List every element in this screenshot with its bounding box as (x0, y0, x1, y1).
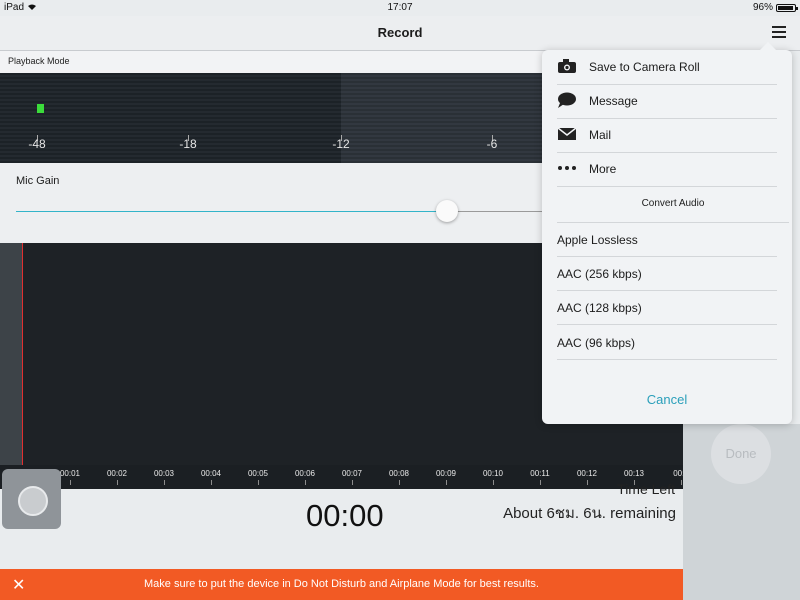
timeline-label: 00:13 (623, 469, 645, 478)
share-save-camera-roll[interactable]: Save to Camera Roll (557, 50, 777, 85)
timeline-label: 00:07 (341, 469, 363, 478)
level-indicator (37, 104, 44, 113)
timeline-label: 00:11 (530, 469, 550, 478)
camera-icon (557, 58, 577, 74)
timeline-label: 00:06 (294, 469, 316, 478)
share-mail[interactable]: Mail (557, 118, 777, 153)
status-right: 96% (752, 0, 798, 16)
convert-aac-128[interactable]: AAC (128 kbps) (557, 290, 777, 325)
remaining-time: About 6ชม. 6น. remaining (503, 505, 676, 522)
share-item-label: Message (589, 94, 638, 108)
timeline-tick (587, 480, 588, 485)
banner-text: Make sure to put the device in Do Not Di… (144, 578, 539, 590)
share-item-label: More (589, 162, 617, 176)
cancel-button[interactable]: Cancel (542, 392, 792, 407)
page-title: Record (377, 25, 423, 40)
timeline-tick (540, 480, 541, 485)
waveform-left-margin (0, 243, 22, 489)
record-button[interactable] (2, 469, 61, 529)
convert-item-label: AAC (96 kbps) (557, 336, 636, 350)
convert-item-label: AAC (256 kbps) (557, 267, 642, 281)
share-item-label: Mail (589, 128, 612, 142)
timeline-label: 00:09 (435, 469, 457, 478)
timeline-label: 00:08 (388, 469, 410, 478)
right-panel: Done (683, 424, 800, 600)
timeline-tick (446, 480, 447, 485)
timeline-tick (70, 480, 71, 485)
timeline-label: 00:01 (59, 469, 81, 478)
timeline-label: 00:02 (106, 469, 128, 478)
meter-tick-label: -6 (486, 137, 498, 151)
status-bar: iPad 17:07 96% (0, 0, 800, 16)
timeline-label: 00:03 (153, 469, 175, 478)
share-item-label: Save to Camera Roll (589, 60, 700, 74)
envelope-icon (557, 126, 577, 142)
timeline-tick (117, 480, 118, 485)
timeline-label: 00:05 (247, 469, 269, 478)
record-circle-icon (18, 486, 48, 516)
convert-apple-lossless[interactable]: Apple Lossless (557, 222, 777, 257)
timeline-label: 00:10 (482, 469, 504, 478)
timeline-tick (352, 480, 353, 485)
mic-gain-label: Mic Gain (16, 175, 60, 187)
done-button[interactable]: Done (711, 424, 771, 484)
share-message[interactable]: Message (557, 84, 777, 119)
timeline-tick (258, 480, 259, 485)
share-popover: Save to Camera Roll Message Mail More Co… (542, 42, 792, 424)
status-time: 17:07 (387, 2, 413, 13)
convert-aac-256[interactable]: AAC (256 kbps) (557, 256, 777, 291)
elapsed-timer: 00:00 (306, 498, 384, 533)
time-left-label: Time Left (617, 481, 675, 497)
meter-tick-label: -48 (28, 137, 46, 151)
timeline-label: 00:04 (200, 469, 222, 478)
recorder-controls: 00:00 Time Left About 6ชม. 6น. remaining (0, 469, 683, 569)
meter-tick-label: -18 (179, 137, 197, 151)
more-dots-icon (557, 160, 577, 176)
share-more[interactable]: More (557, 152, 777, 187)
hamburger-menu-icon[interactable] (772, 26, 786, 38)
meter-tick-label: -12 (332, 137, 350, 151)
timeline-tick (399, 480, 400, 485)
message-bubble-icon (557, 92, 577, 108)
convert-audio-heading: Convert Audio (557, 198, 789, 223)
playback-mode-label: Playback Mode (8, 56, 70, 66)
battery-icon (776, 4, 798, 12)
battery-percent: 96% (752, 2, 773, 13)
timeline-tick (305, 480, 306, 485)
timeline-tick (211, 480, 212, 485)
timeline-tick (681, 480, 682, 485)
convert-item-label: Apple Lossless (557, 233, 638, 247)
timeline-tick (164, 480, 165, 485)
mic-gain-slider-thumb[interactable] (436, 200, 458, 222)
slider-track-fill[interactable] (16, 211, 447, 212)
timeline-tick (493, 480, 494, 485)
dnd-warning-banner: ✕ Make sure to put the device in Do Not … (0, 569, 683, 600)
convert-aac-96[interactable]: AAC (96 kbps) (557, 325, 777, 360)
nav-bar: Record (0, 16, 800, 51)
playhead[interactable] (22, 243, 23, 489)
timeline[interactable]: 00:0000:0100:0200:0300:0400:0500:0600:07… (0, 465, 689, 489)
convert-item-label: AAC (128 kbps) (557, 301, 642, 315)
timeline-label: 00:12 (576, 469, 598, 478)
